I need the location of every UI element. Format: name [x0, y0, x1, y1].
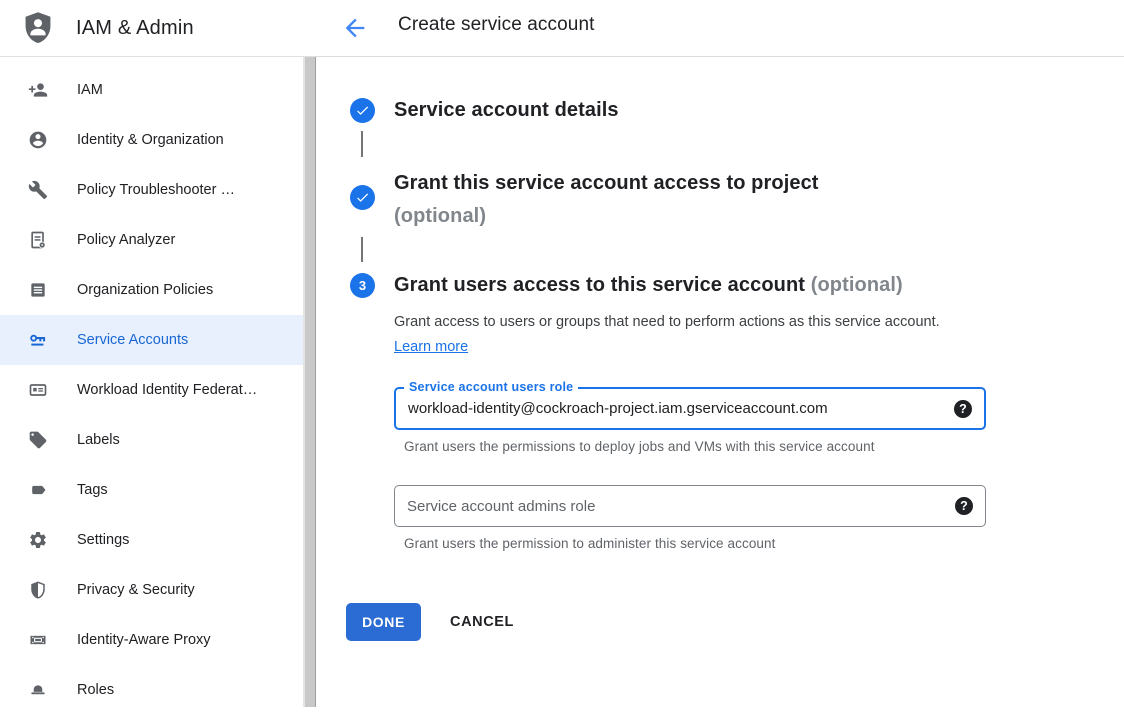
step-connector	[361, 237, 363, 262]
done-button[interactable]: DONE	[346, 603, 421, 641]
gear-icon	[28, 530, 48, 550]
main-panel: Create service account Service account d…	[316, 0, 1124, 707]
sidebar-item-privacy-security[interactable]: Privacy & Security	[0, 565, 316, 615]
sidebar: IAM & Admin IAM Identity & Organization …	[0, 0, 316, 707]
cancel-button[interactable]: CANCEL	[450, 603, 514, 641]
hat-icon	[28, 680, 48, 700]
sidebar-item-label: IAM	[77, 82, 103, 98]
sidebar-item-policy-troubleshooter[interactable]: Policy Troubleshooter …	[0, 165, 316, 215]
sidebar-item-label: Labels	[77, 432, 120, 448]
sidebar-header: IAM & Admin	[0, 0, 316, 57]
iam-admin-shield-icon	[22, 11, 54, 45]
step2-heading[interactable]: Grant this service account access to pro…	[394, 167, 819, 233]
users-role-field: Service account users role ?	[394, 387, 986, 430]
sidebar-item-label: Workload Identity Federat…	[77, 382, 257, 398]
arrow-back-icon[interactable]	[341, 14, 369, 42]
sidebar-item-label: Service Accounts	[77, 332, 188, 348]
list-document-icon	[28, 280, 48, 300]
sidebar-item-identity-organization[interactable]: Identity & Organization	[0, 115, 316, 165]
document-gear-icon	[28, 230, 48, 250]
users-role-helper-text: Grant users the permissions to deploy jo…	[404, 439, 875, 454]
sidebar-item-label: Policy Analyzer	[77, 232, 175, 248]
step1-complete-check-icon	[350, 98, 375, 123]
sidebar-item-policy-analyzer[interactable]: Policy Analyzer	[0, 215, 316, 265]
step3-number-badge: 3	[350, 273, 375, 298]
sidebar-item-label: Roles	[77, 682, 114, 698]
proxy-filmstrip-icon	[28, 630, 48, 650]
person-add-icon	[28, 80, 48, 100]
identity-person-icon	[28, 130, 48, 150]
sidebar-item-label: Settings	[77, 532, 129, 548]
sidebar-item-label: Identity-Aware Proxy	[77, 632, 211, 648]
label-tag-icon	[28, 430, 48, 450]
sidebar-item-labels[interactable]: Labels	[0, 415, 316, 465]
sidebar-nav: IAM Identity & Organization Policy Troub…	[0, 57, 316, 715]
sidebar-item-organization-policies[interactable]: Organization Policies	[0, 265, 316, 315]
sidebar-item-workload-identity-federation[interactable]: Workload Identity Federat…	[0, 365, 316, 415]
sidebar-item-label: Tags	[77, 482, 108, 498]
step-connector	[361, 131, 363, 157]
wrench-icon	[28, 180, 48, 200]
step2-optional-label: (optional)	[394, 200, 819, 233]
step3-heading: Grant users access to this service accou…	[394, 274, 903, 297]
users-role-input[interactable]	[396, 389, 984, 428]
sidebar-item-service-accounts[interactable]: Service Accounts	[0, 315, 316, 365]
step1-heading[interactable]: Service account details	[394, 99, 619, 122]
service-account-key-icon	[28, 330, 48, 350]
page-title: Create service account	[398, 14, 595, 36]
step3-title: Grant users access to this service accou…	[394, 274, 805, 296]
sidebar-item-label: Privacy & Security	[77, 582, 195, 598]
sidebar-item-identity-aware-proxy[interactable]: Identity-Aware Proxy	[0, 615, 316, 665]
step2-title: Grant this service account access to pro…	[394, 167, 819, 200]
sidebar-scrollbar[interactable]	[303, 57, 316, 707]
badge-card-icon	[28, 380, 48, 400]
half-shield-icon	[28, 580, 48, 600]
users-role-field-label: Service account users role	[404, 380, 578, 394]
users-role-help-icon[interactable]: ?	[954, 400, 972, 418]
sidebar-item-roles[interactable]: Roles	[0, 665, 316, 715]
sidebar-title: IAM & Admin	[76, 17, 194, 40]
admins-role-input[interactable]	[395, 486, 985, 526]
admins-role-helper-text: Grant users the permission to administer…	[404, 536, 776, 551]
sidebar-item-iam[interactable]: IAM	[0, 65, 316, 115]
sidebar-item-label: Identity & Organization	[77, 132, 224, 148]
sidebar-item-label: Organization Policies	[77, 282, 213, 298]
step3-optional-label: (optional)	[811, 274, 903, 296]
tag-arrow-icon	[28, 480, 48, 500]
step2-complete-check-icon	[350, 185, 375, 210]
admins-role-field: ?	[394, 485, 986, 527]
learn-more-link[interactable]: Learn more	[394, 339, 468, 355]
step3-description: Grant access to users or groups that nee…	[394, 310, 942, 360]
admins-role-help-icon[interactable]: ?	[955, 497, 973, 515]
sidebar-item-settings[interactable]: Settings	[0, 515, 316, 565]
sidebar-item-label: Policy Troubleshooter …	[77, 182, 235, 198]
sidebar-item-tags[interactable]: Tags	[0, 465, 316, 515]
